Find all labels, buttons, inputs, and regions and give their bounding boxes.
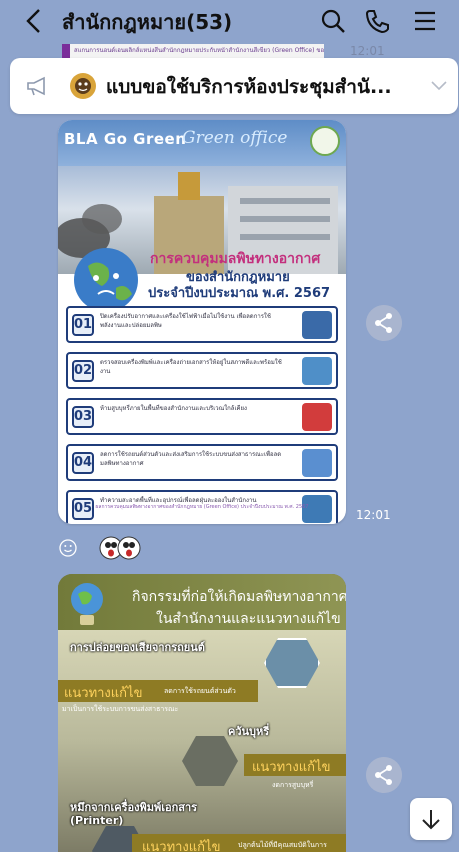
- announcement-bar[interactable]: แบบขอใช้บริการห้องประชุมสำนั...: [10, 58, 458, 114]
- polluted-earth-icon: [74, 248, 138, 312]
- solution-label: แนวทางแก้ไข: [252, 760, 331, 775]
- chat-header: สำนักกฎหมาย(53): [0, 0, 459, 44]
- poster-row: 04 ลดการใช้รถยนต์ส่วนตัวและส่งเสริมการใช…: [66, 444, 338, 481]
- poster-banner-right: Green office: [182, 128, 288, 148]
- poster-rows: 01 ปิดเครื่องปรับอากาศและเครื่องใช้ไฟฟ้า…: [66, 306, 338, 524]
- arrow-down-icon: [422, 810, 440, 830]
- search-icon[interactable]: [320, 8, 346, 34]
- section-title: การปล่อยของเสียจากรถยนต์: [70, 641, 205, 654]
- poster2-heading-line2: ในสำนักงานและแนวทางแก้ไข: [156, 611, 341, 627]
- poster-row: 01 ปิดเครื่องปรับอากาศและเครื่องใช้ไฟฟ้า…: [66, 306, 338, 343]
- poster-banner-left: BLA Go Green: [64, 130, 187, 148]
- solution-desc: ลดการใช้รถยนต์ส่วนตัว: [164, 687, 236, 695]
- poster-row: 03 ห้ามสูบบุหรี่ภายในพื้นที่ของสำนักงานแ…: [66, 398, 338, 435]
- message-time: 12:01: [356, 508, 391, 522]
- section-subtitle: (Printer): [70, 814, 124, 827]
- car-icon: [302, 449, 332, 477]
- poster2-body: การปล่อยของเสียจากรถยนต์ แนวทางแก้ไข ลดก…: [58, 630, 346, 852]
- phone-icon[interactable]: [364, 8, 390, 34]
- section-title: ควันบุหรี่: [228, 725, 270, 738]
- announcement-text: แบบขอใช้บริการห้องประชุมสำนั...: [106, 76, 392, 98]
- image-message-air-pollution-poster[interactable]: BLA Go Green Green office การควบคุมมลพิษ…: [58, 120, 346, 524]
- peek-text: สแกนการนอนด์เอนผลิกส์แหน่งสีนสำนักกฎหมาย…: [74, 47, 324, 54]
- menu-icon[interactable]: [412, 8, 438, 34]
- solution-desc: มาเป็นการใช้ระบบการขนส่งสาธารณะ: [62, 705, 179, 713]
- solution-label: แนวทางแก้ไข: [64, 686, 143, 701]
- solution-desc: งดการสูบบุหรี่: [272, 781, 314, 789]
- previous-message-peek[interactable]: สแกนการนอนด์เอนผลิกส์แหน่งสีนสำนักกฎหมาย…: [62, 44, 324, 58]
- scroll-to-bottom-button[interactable]: [410, 798, 452, 840]
- car-exhaust-photo: [264, 638, 320, 688]
- lightbulb-earth-icon: [71, 583, 103, 625]
- share-icon[interactable]: [366, 305, 402, 341]
- megaphone-icon: [27, 76, 45, 96]
- chevron-down-icon[interactable]: [430, 79, 448, 93]
- row-text: ตรวจสอบเครื่องพิมพ์และเครื่องถ่ายเอกสารใ…: [100, 359, 282, 375]
- image-message-pollution-solutions-poster[interactable]: กิจกรรมที่ก่อให้เกิดมลพิษทางอากาศ ในสำนั…: [58, 574, 346, 852]
- message-time: 12:01: [350, 44, 385, 58]
- surprised-faces-sticker[interactable]: [99, 536, 141, 560]
- green-office-logo: [310, 126, 340, 156]
- poster-title-line3: ประจำปีงบประมาณ พ.ศ. 2567: [148, 286, 331, 301]
- poster-row: 02 ตรวจสอบเครื่องพิมพ์และเครื่องถ่ายเอกส…: [66, 352, 338, 389]
- share-icon[interactable]: [366, 757, 402, 793]
- no-smoking-icon: [302, 403, 332, 431]
- row-number: 03: [72, 406, 94, 428]
- poster2-heading-line1: กิจกรรมที่ก่อให้เกิดมลพิษทางอากาศ: [132, 589, 346, 605]
- factory-icon: [302, 311, 332, 339]
- row-number: 04: [72, 452, 94, 474]
- chat-title: สำนักกฎหมาย(53): [62, 10, 233, 34]
- row-text: ห้ามสูบบุหรี่ภายในพื้นที่ของสำนักงานและบ…: [100, 405, 247, 412]
- poster-footer: ผลการควบคุมมลพิษทางอากาศของสำนักกฎหมาย (…: [95, 504, 309, 510]
- smile-icon[interactable]: [59, 539, 77, 557]
- chevron-left-icon[interactable]: [22, 8, 46, 34]
- solution-label: แนวทางแก้ไข: [142, 840, 221, 852]
- solution-desc: ปลูกต้นไม้ที่มีคุณสมบัติในการ: [238, 841, 327, 849]
- printer-icon: [302, 357, 332, 385]
- row-number: 01: [72, 314, 94, 336]
- sunflower-emoji-icon: [70, 73, 96, 99]
- smoking-photo: [182, 736, 238, 786]
- row-text: ลดการใช้รถยนต์ส่วนตัวและส่งเสริมการใช้ระ…: [100, 451, 282, 467]
- row-text: ปิดเครื่องปรับอากาศและเครื่องใช้ไฟฟ้าเมื…: [100, 313, 271, 329]
- row-number: 02: [72, 360, 94, 382]
